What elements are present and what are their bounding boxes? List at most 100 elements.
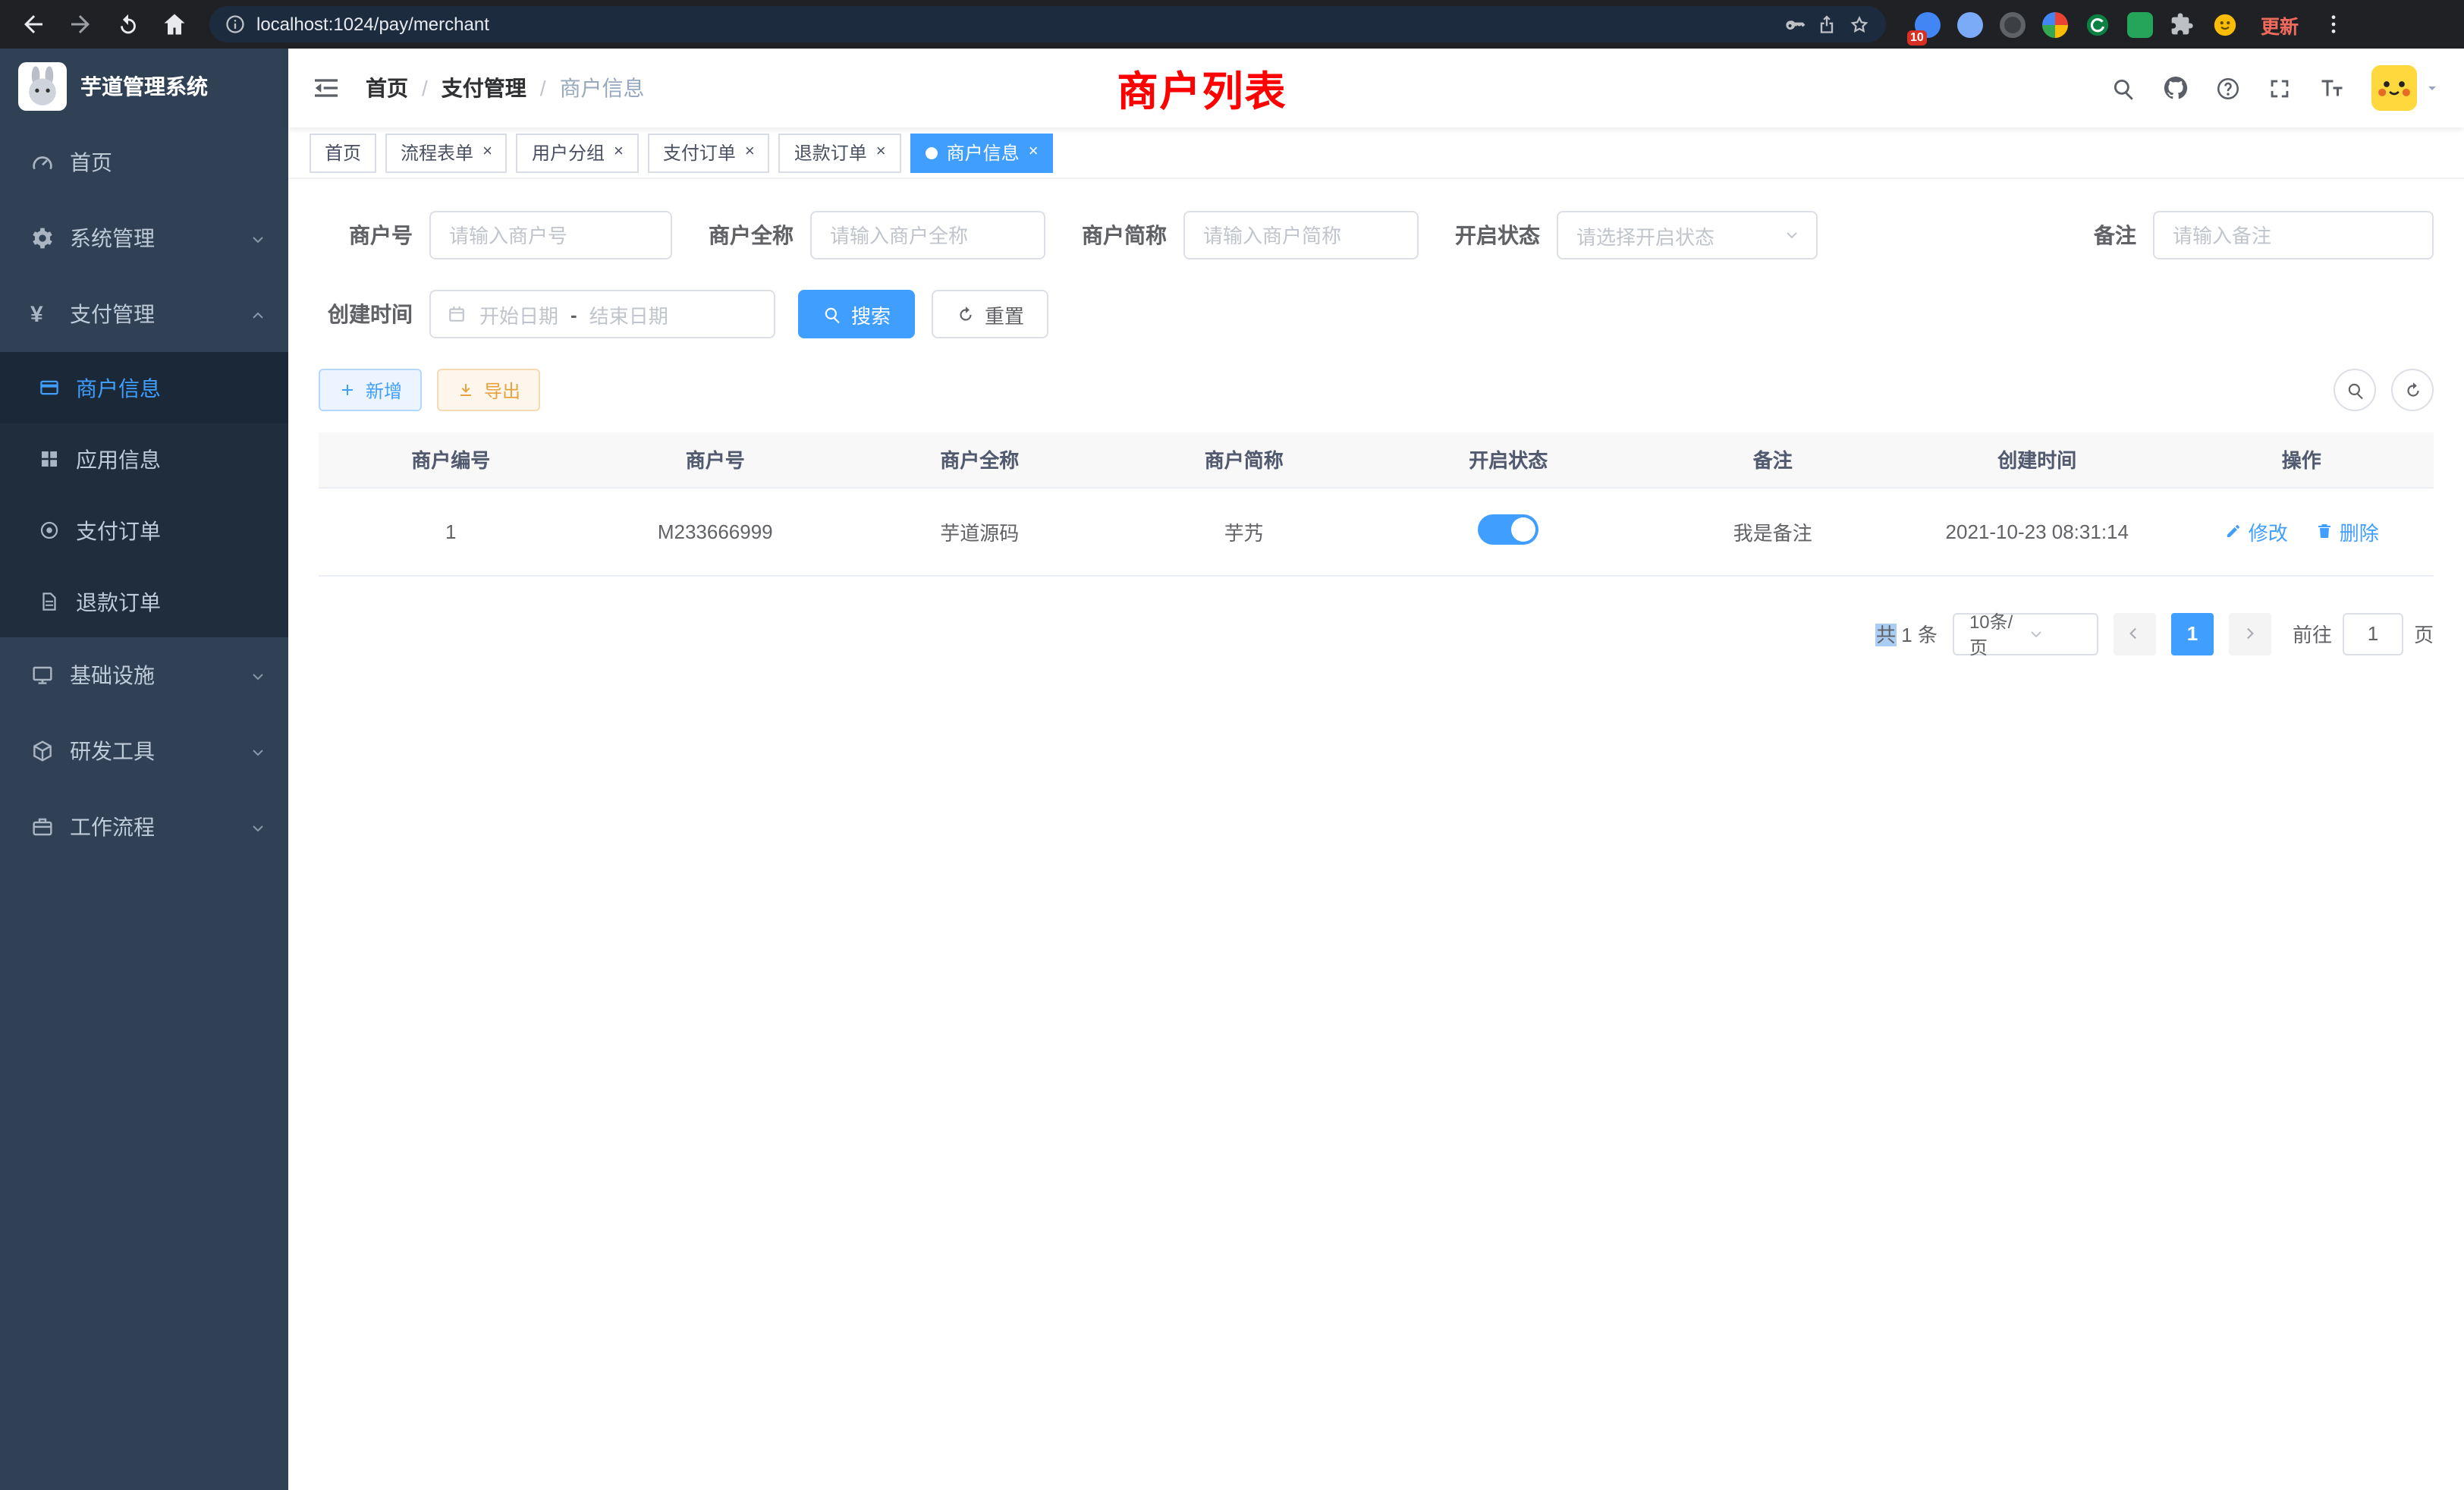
active-dot bbox=[926, 146, 938, 159]
password-key-icon[interactable] bbox=[1784, 14, 1806, 35]
page-size-select[interactable]: 10条/页 bbox=[1953, 612, 2098, 655]
top-navbar: 首页 / 支付管理 / 商户信息 商户列表 bbox=[288, 49, 2464, 127]
help-icon[interactable] bbox=[2215, 75, 2241, 101]
bookmark-star-icon[interactable] bbox=[1848, 13, 1871, 36]
filter-row-2: 创建时间 开始日期 - 结束日期 搜索 bbox=[319, 290, 2434, 338]
delete-link[interactable]: 删除 bbox=[2315, 517, 2379, 545]
col-remark: 备注 bbox=[1641, 432, 1906, 487]
total-count: 共 1 条 bbox=[1876, 619, 1938, 648]
tab-refund-orders[interactable]: 退款订单 × bbox=[779, 133, 901, 172]
prev-page-button[interactable] bbox=[2114, 612, 2156, 655]
extension-icon-blue[interactable]: 10 bbox=[1915, 11, 1941, 37]
tab-merchant-info[interactable]: 商户信息 × bbox=[910, 133, 1054, 172]
close-icon[interactable]: × bbox=[745, 144, 755, 161]
add-button[interactable]: 新增 bbox=[319, 369, 422, 411]
refresh-table-icon-button[interactable] bbox=[2391, 369, 2434, 411]
merchant-no-input[interactable] bbox=[429, 211, 672, 259]
briefcase-icon bbox=[30, 815, 55, 839]
sidebar-item-pay-orders[interactable]: 支付订单 bbox=[0, 495, 288, 566]
cell-short-name: 芋艿 bbox=[1112, 487, 1377, 575]
status-select[interactable]: 请选择开启状态 bbox=[1557, 211, 1818, 259]
app-logo: 芋道管理系统 bbox=[0, 49, 288, 124]
col-actions: 操作 bbox=[2170, 432, 2434, 487]
browser-back-button[interactable] bbox=[15, 6, 52, 42]
page-content: 商户号 商户全称 商户简称 开启状态 请选择开启状态 bbox=[288, 179, 2464, 1490]
goto-page: 前往 页 bbox=[2293, 612, 2434, 655]
breadcrumb-payment[interactable]: 支付管理 bbox=[442, 73, 526, 103]
navbar-right-tools bbox=[2110, 65, 2441, 111]
site-info-icon[interactable] bbox=[225, 14, 246, 35]
chevron-up-icon bbox=[249, 302, 267, 326]
reset-button[interactable]: 重置 bbox=[932, 290, 1048, 338]
dashboard-icon bbox=[30, 150, 55, 174]
browser-reload-button[interactable] bbox=[109, 6, 146, 42]
close-icon[interactable]: × bbox=[614, 144, 624, 161]
edit-link[interactable]: 修改 bbox=[2224, 517, 2288, 545]
sidebar-item-payment[interactable]: ¥ 支付管理 bbox=[0, 276, 288, 352]
target-icon bbox=[38, 519, 61, 542]
next-page-button[interactable] bbox=[2229, 612, 2271, 655]
sidebar-item-infrastructure[interactable]: 基础设施 bbox=[0, 637, 288, 713]
toggle-search-icon-button[interactable] bbox=[2334, 369, 2376, 411]
main-area: 首页 / 支付管理 / 商户信息 商户列表 bbox=[288, 49, 2464, 1490]
cell-remark: 我是备注 bbox=[1641, 487, 1906, 575]
close-icon[interactable]: × bbox=[1029, 144, 1039, 161]
create-time-range-picker[interactable]: 开始日期 - 结束日期 bbox=[429, 290, 775, 338]
tab-home[interactable]: 首页 bbox=[310, 133, 376, 172]
tab-user-group[interactable]: 用户分组 × bbox=[517, 133, 639, 172]
address-bar[interactable]: localhost:1024/pay/merchant bbox=[209, 6, 1886, 42]
close-icon[interactable]: × bbox=[876, 144, 886, 161]
extension-icon-dark[interactable] bbox=[2000, 11, 2026, 37]
goto-page-input[interactable] bbox=[2343, 612, 2403, 655]
status-label: 开启状态 bbox=[1455, 220, 1540, 250]
fullscreen-icon[interactable] bbox=[2267, 75, 2293, 101]
sidebar-item-system[interactable]: 系统管理 bbox=[0, 200, 288, 276]
browser-forward-button[interactable] bbox=[62, 6, 99, 42]
status-toggle[interactable] bbox=[1478, 514, 1538, 544]
browser-menu-icon[interactable] bbox=[2315, 6, 2352, 42]
extension-icon-green-square[interactable] bbox=[2127, 11, 2153, 37]
col-merchant-no: 商户号 bbox=[583, 432, 848, 487]
export-button[interactable]: 导出 bbox=[437, 369, 540, 411]
extension-icon-emoji[interactable] bbox=[2212, 11, 2238, 37]
extension-icon-colorwheel[interactable] bbox=[2042, 11, 2068, 37]
remark-input[interactable] bbox=[2153, 211, 2434, 259]
sidebar-item-merchant-info[interactable]: 商户信息 bbox=[0, 352, 288, 423]
logo-rabbit-icon bbox=[18, 62, 67, 111]
merchant-short-input[interactable] bbox=[1183, 211, 1419, 259]
sidebar-item-refund-orders[interactable]: 退款订单 bbox=[0, 566, 288, 637]
search-button[interactable]: 搜索 bbox=[798, 290, 915, 338]
sidebar-item-app-info[interactable]: 应用信息 bbox=[0, 423, 288, 495]
table-toolbar: 新增 导出 bbox=[319, 369, 2434, 411]
close-icon[interactable]: × bbox=[482, 144, 492, 161]
extension-icon-green-circle[interactable] bbox=[2085, 11, 2110, 37]
user-avatar-menu[interactable] bbox=[2371, 65, 2441, 111]
sidebar-item-dev-tools[interactable]: 研发工具 bbox=[0, 713, 288, 789]
chevron-down-icon bbox=[249, 226, 267, 250]
breadcrumb: 首页 / 支付管理 / 商户信息 bbox=[366, 73, 645, 103]
page-1-button[interactable]: 1 bbox=[2171, 612, 2214, 655]
url-text: localhost:1024/pay/merchant bbox=[256, 14, 1774, 35]
share-icon[interactable] bbox=[1816, 14, 1837, 35]
breadcrumb-home[interactable]: 首页 bbox=[366, 73, 408, 103]
font-size-icon[interactable] bbox=[2318, 74, 2346, 102]
chevron-down-icon bbox=[2028, 624, 2086, 643]
app-frame: 芋道管理系统 首页 系统管理 ¥ 支付管理 商户信息 bbox=[0, 49, 2464, 1490]
caret-down-icon bbox=[2423, 79, 2441, 97]
header-search-icon[interactable] bbox=[2110, 75, 2136, 101]
browser-update-button[interactable]: 更新 bbox=[2261, 10, 2299, 39]
cell-id: 1 bbox=[319, 487, 583, 575]
cell-create-time: 2021-10-23 08:31:14 bbox=[1905, 487, 2170, 575]
merchant-name-input[interactable] bbox=[810, 211, 1045, 259]
github-icon[interactable] bbox=[2162, 74, 2189, 102]
sidebar-item-home[interactable]: 首页 bbox=[0, 124, 288, 200]
browser-home-button[interactable] bbox=[156, 6, 193, 42]
tab-process-form[interactable]: 流程表单 × bbox=[385, 133, 508, 172]
merchant-no-label: 商户号 bbox=[319, 220, 413, 250]
extension-badge: 10 bbox=[1907, 30, 1927, 45]
tab-pay-orders[interactable]: 支付订单 × bbox=[648, 133, 770, 172]
sidebar-item-workflow[interactable]: 工作流程 bbox=[0, 789, 288, 865]
extension-icon-lightblue[interactable] bbox=[1957, 11, 1983, 37]
extensions-puzzle-icon[interactable] bbox=[2170, 11, 2195, 37]
sidebar-collapse-icon[interactable] bbox=[311, 73, 341, 103]
